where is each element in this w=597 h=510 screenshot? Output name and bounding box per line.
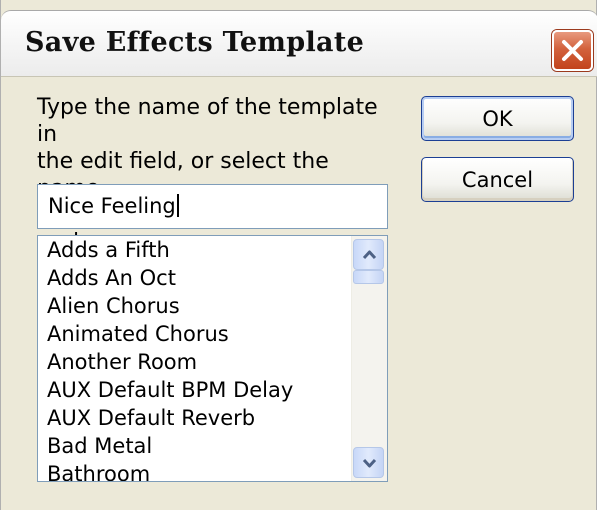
close-icon: [562, 40, 583, 61]
close-button[interactable]: [552, 30, 593, 71]
chevron-up-icon: [362, 250, 377, 260]
template-list-item[interactable]: Adds a Fifth: [47, 236, 293, 264]
template-list-item[interactable]: Adds An Oct: [47, 264, 293, 292]
instructions-text: Type the name of the template in the edi…: [37, 95, 378, 255]
template-list-item[interactable]: Bathroom: [47, 460, 293, 481]
save-effects-template-dialog: Save Effects Template Type the name of t…: [0, 0, 597, 510]
text-caret: [176, 194, 179, 217]
template-name-input[interactable]: Nice Feeling: [37, 184, 388, 229]
template-list-item[interactable]: Animated Chorus: [47, 320, 293, 348]
list-scrollbar[interactable]: [351, 236, 387, 481]
template-list-item[interactable]: Bad Metal: [47, 432, 293, 460]
dialog-title: Save Effects Template: [25, 27, 365, 58]
scroll-thumb[interactable]: [353, 270, 384, 284]
template-list[interactable]: Adds a Fifth Adds An Oct Alien Chorus Anima…: [37, 235, 388, 482]
template-name-value: Nice Feeling: [48, 194, 176, 218]
title-separator: [1, 76, 597, 77]
chevron-down-icon: [362, 458, 377, 468]
template-list-item[interactable]: AUX Default Reverb: [47, 404, 293, 432]
template-list-item[interactable]: Another Room: [47, 348, 293, 376]
ok-button[interactable]: OK: [421, 96, 574, 141]
template-list-items: Adds a Fifth Adds An Oct Alien Chorus Anima…: [47, 236, 293, 481]
template-list-item[interactable]: Alien Chorus: [47, 292, 293, 320]
template-list-item[interactable]: AUX Default BPM Delay: [47, 376, 293, 404]
scroll-up-button[interactable]: [353, 239, 384, 270]
title-bar[interactable]: Save Effects Template: [1, 10, 597, 76]
cancel-button[interactable]: Cancel: [421, 157, 574, 202]
scroll-down-button[interactable]: [353, 447, 384, 478]
